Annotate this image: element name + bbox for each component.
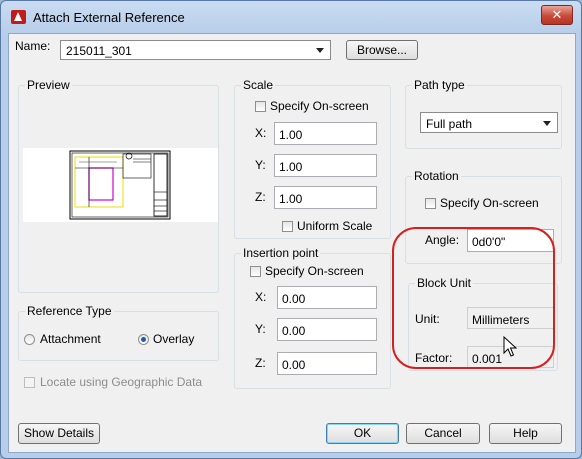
- cancel-button[interactable]: Cancel: [406, 423, 480, 444]
- scale-group-title: Scale: [241, 78, 276, 92]
- name-label: Name:: [15, 39, 51, 53]
- insertion-z-label: Z:: [255, 356, 266, 370]
- overlay-label[interactable]: Overlay: [153, 332, 194, 346]
- uniform-scale-checkbox[interactable]: [282, 221, 293, 232]
- drawing-thumbnail: [69, 150, 171, 220]
- preview-group-title: Preview: [25, 78, 72, 92]
- scale-x-input[interactable]: 1.00: [274, 122, 377, 145]
- geographic-data-checkbox[interactable]: [24, 377, 35, 388]
- insertion-specify-onscreen-checkbox[interactable]: [250, 266, 261, 277]
- reference-type-title: Reference Type: [25, 304, 114, 318]
- rotation-specify-onscreen-checkbox[interactable]: [425, 198, 436, 209]
- insertion-x-label: X:: [255, 290, 267, 304]
- insertion-y-label: Y:: [255, 322, 266, 336]
- scale-z-label: Z:: [255, 190, 266, 204]
- rotation-specify-onscreen-label: Specify On-screen: [440, 196, 539, 210]
- autocad-app-icon: [11, 10, 26, 24]
- path-type-title: Path type: [412, 78, 467, 92]
- ok-button[interactable]: OK: [326, 423, 399, 444]
- rotation-title: Rotation: [412, 169, 461, 183]
- scale-x-value: 1.00: [279, 128, 303, 142]
- help-button[interactable]: Help: [489, 423, 562, 444]
- scale-x-label: X:: [255, 126, 267, 140]
- scale-z-input[interactable]: 1.00: [274, 186, 377, 209]
- scale-specify-onscreen-label: Specify On-screen: [270, 99, 369, 113]
- scale-specify-onscreen-checkbox[interactable]: [255, 101, 266, 112]
- block-unit-highlight-outline: [392, 227, 555, 369]
- scale-y-label: Y:: [255, 158, 266, 172]
- insertion-y-input[interactable]: 0.00: [277, 318, 377, 341]
- insertion-z-value: 0.00: [282, 358, 306, 372]
- show-details-button[interactable]: Show Details: [18, 423, 100, 444]
- insertion-z-input[interactable]: 0.00: [277, 352, 377, 375]
- path-type-value: Full path: [426, 117, 473, 131]
- insertion-point-title: Insertion point: [241, 246, 321, 260]
- mouse-pointer-icon: [503, 336, 517, 357]
- preview-image: [23, 148, 218, 222]
- uniform-scale-label: Uniform Scale: [297, 219, 373, 233]
- insertion-specify-onscreen-label: Specify On-screen: [265, 264, 364, 278]
- browse-button[interactable]: Browse...: [346, 40, 418, 60]
- insertion-x-value: 0.00: [282, 292, 306, 306]
- overlay-radio[interactable]: [138, 334, 149, 345]
- scale-z-value: 1.00: [279, 192, 303, 206]
- title-bar[interactable]: Attach External Reference ✕: [1, 1, 581, 33]
- geographic-data-label: Locate using Geographic Data: [40, 375, 203, 389]
- scale-y-value: 1.00: [279, 160, 303, 174]
- path-type-dropdown[interactable]: Full path: [420, 112, 558, 133]
- close-icon: ✕: [551, 7, 563, 22]
- insertion-y-value: 0.00: [282, 324, 306, 338]
- name-dropdown[interactable]: 215011_301: [60, 40, 331, 60]
- insertion-x-input[interactable]: 0.00: [277, 286, 377, 309]
- chevron-down-icon: [543, 121, 551, 126]
- window-title: Attach External Reference: [33, 10, 185, 25]
- attachment-radio[interactable]: [24, 334, 35, 345]
- scale-y-input[interactable]: 1.00: [274, 154, 377, 177]
- close-button[interactable]: ✕: [541, 5, 573, 25]
- attachment-label[interactable]: Attachment: [40, 332, 101, 346]
- name-dropdown-value: 215011_301: [66, 44, 132, 58]
- chevron-down-icon: [316, 48, 324, 53]
